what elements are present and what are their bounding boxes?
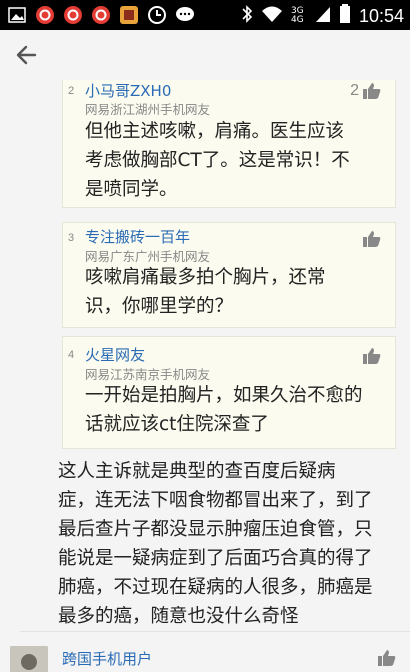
comment-item: 跨国手机用户 — [0, 640, 410, 672]
quoted-comment: 2 小马哥ZXH0 网易浙江湖州手机网友 但他主述咳嗽，肩痛。医生应该 考虑做胸… — [62, 80, 396, 208]
image-icon — [6, 4, 28, 26]
comment-location: 网易浙江湖州手机网友 — [85, 102, 211, 117]
quoted-comment: 4 火星网友 网易江苏南京手机网友 一开始是拍胸片，如果久治不愈的 话就应该ct… — [62, 336, 396, 449]
avatar[interactable] — [10, 646, 48, 672]
app-bar — [0, 30, 410, 80]
thumbs-up-icon — [363, 83, 381, 99]
netease-news-icon — [90, 4, 112, 26]
app-icon — [118, 4, 140, 26]
like-button[interactable] — [378, 650, 396, 670]
comment-line: 是喷同学。 — [85, 179, 178, 200]
system-icons: 3G 4G 10:54 — [241, 4, 404, 28]
comment-line: 症，连无法下咽食物都冒出来了，到了 — [58, 490, 373, 511]
netease-news-icon — [34, 4, 56, 26]
like-button[interactable] — [359, 348, 381, 364]
wifi-icon — [261, 5, 283, 27]
comment-line: 但他主述咳嗽，肩痛。医生应该 — [85, 121, 345, 142]
status-bar: 3G 4G 10:54 — [0, 0, 410, 30]
thumbs-up-icon — [378, 650, 396, 666]
comment-line: 最后查片子都没显示肿瘤压迫食管，只 — [58, 519, 373, 540]
signal-icon — [315, 5, 331, 27]
thumbs-up-icon — [363, 348, 381, 364]
comment-line: 这人主诉就是典型的查百度后疑病 — [58, 461, 336, 482]
data-saver-icon — [146, 4, 168, 26]
comment-username[interactable]: 小马哥ZXH0 — [85, 80, 171, 101]
comment-line: 考虑做胸部CT了。这是常识！不 — [85, 150, 350, 171]
comment-line: 肺癌，不过现在疑病的人很多，肺癌是 — [58, 577, 373, 598]
like-button[interactable] — [359, 231, 381, 247]
comment-line: 话就应该ct住院深查了 — [85, 414, 269, 435]
comment-body: 但他主述咳嗽，肩痛。医生应该 考虑做胸部CT了。这是常识！不 是喷同学。 — [85, 117, 385, 204]
divider — [20, 631, 410, 632]
floor-number: 4 — [68, 349, 75, 361]
comment-body: 这人主诉就是典型的查百度后疑病 症，连无法下咽食物都冒出来了，到了 最后查片子都… — [58, 457, 398, 631]
comment-line: 一开始是拍胸片，如果久治不愈的 — [85, 385, 363, 406]
comment-username[interactable]: 跨国手机用户 — [62, 648, 152, 669]
like-count: 2 — [350, 82, 359, 99]
chat-icon — [174, 4, 196, 26]
bluetooth-icon — [241, 4, 253, 28]
floor-number: 3 — [68, 232, 75, 244]
floor-number: 2 — [68, 85, 75, 97]
thumbs-up-icon — [363, 231, 381, 247]
comment-line: 能说是一疑病症到了后面巧合真的得了 — [58, 548, 373, 569]
like-button[interactable]: 2 — [350, 82, 381, 100]
quoted-comment: 3 专注搬砖一百年 网易广东广州手机网友 咳嗽肩痛最多拍个胸片，还常 识，你哪里… — [62, 222, 396, 328]
notification-icons — [6, 4, 196, 26]
comment-line: 最多的癌，随意也没什么奇怪 — [58, 606, 299, 627]
comment-line: 咳嗽肩痛最多拍个胸片，还常 — [85, 267, 326, 288]
battery-icon — [339, 4, 351, 28]
clock: 10:54 — [358, 5, 404, 26]
comment-body: 咳嗽肩痛最多拍个胸片，还常 识，你哪里学的？ — [85, 263, 385, 321]
netease-news-icon — [62, 4, 84, 26]
comment-line: 识，你哪里学的？ — [85, 296, 234, 317]
comment-username[interactable]: 专注搬砖一百年 — [85, 226, 190, 247]
comment-username[interactable]: 火星网友 — [85, 344, 145, 365]
back-arrow-icon[interactable] — [14, 42, 40, 68]
comment-body: 一开始是拍胸片，如果久治不愈的 话就应该ct住院深查了 — [85, 381, 385, 439]
network-type: 3G 4G — [290, 6, 304, 25]
